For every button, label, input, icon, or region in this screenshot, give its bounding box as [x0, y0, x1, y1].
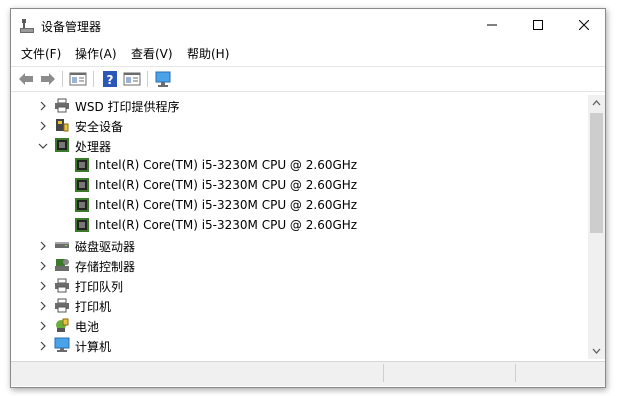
tree-item-cpu[interactable]: Intel(R) Core(TM) i5-3230M CPU @ 2.60GHz	[12, 195, 587, 215]
tree-item-cpu[interactable]: Intel(R) Core(TM) i5-3230M CPU @ 2.60GHz	[12, 155, 587, 175]
tree-item-security-devices[interactable]: 安全设备	[12, 115, 587, 135]
status-bar	[11, 361, 605, 386]
help-icon[interactable]: ?	[101, 70, 119, 88]
tree-item-cpu[interactable]: Intel(R) Core(TM) i5-3230M CPU @ 2.60GHz	[12, 215, 587, 235]
processor-icon	[74, 197, 90, 213]
chevron-right-icon[interactable]	[38, 320, 48, 331]
tree-item-label: Intel(R) Core(TM) i5-3230M CPU @ 2.60GHz	[95, 218, 358, 232]
computer-icon	[54, 337, 70, 353]
scroll-up-icon[interactable]	[588, 95, 605, 112]
tree-item-label: 计算机	[75, 340, 112, 354]
title-bar[interactable]: 设备管理器	[11, 9, 605, 41]
chevron-right-icon[interactable]	[38, 340, 48, 351]
chevron-down-icon[interactable]	[38, 140, 48, 150]
chevron-right-icon[interactable]	[38, 280, 48, 291]
tree-item-label: 电池	[75, 320, 100, 334]
vertical-scrollbar[interactable]	[588, 95, 605, 359]
device-tree: WSD 打印提供程序 安全设备 处理器 Intel(R) Core(TM) i5…	[12, 95, 587, 359]
processor-icon	[74, 157, 90, 173]
maximize-button[interactable]	[515, 9, 561, 41]
device-manager-window: 设备管理器 文件(F) 操作(A) 查看(V) 帮助(H) ? WSD 打印提供…	[10, 8, 606, 388]
battery-icon	[54, 317, 70, 333]
printer-icon	[54, 277, 70, 293]
view-icon[interactable]	[123, 70, 141, 88]
tree-item-batteries[interactable]: 电池	[12, 315, 587, 335]
processor-icon	[74, 217, 90, 233]
menu-help[interactable]: 帮助(H)	[187, 45, 229, 62]
tree-item-label: 打印机	[75, 300, 112, 314]
tree-item-label: WSD 打印提供程序	[75, 100, 180, 114]
properties-icon[interactable]	[69, 70, 87, 88]
toolbar-separator	[62, 71, 63, 87]
printer-icon	[54, 297, 70, 313]
window-title: 设备管理器	[41, 20, 102, 34]
svg-text:?: ?	[107, 73, 114, 87]
tree-item-label: 安全设备	[75, 120, 124, 134]
chevron-right-icon[interactable]	[38, 300, 48, 311]
toolbar: ?	[11, 66, 605, 92]
scroll-down-icon[interactable]	[588, 342, 605, 359]
menu-view[interactable]: 查看(V)	[131, 45, 173, 62]
tree-item-wsd-print-provider[interactable]: WSD 打印提供程序	[12, 95, 587, 115]
chevron-right-icon[interactable]	[38, 260, 48, 271]
menu-bar: 文件(F) 操作(A) 查看(V) 帮助(H)	[11, 43, 605, 63]
processor-icon	[74, 177, 90, 193]
status-segment	[383, 364, 514, 382]
toolbar-separator	[93, 71, 94, 87]
tree-item-label: 存储控制器	[75, 260, 136, 274]
close-button[interactable]	[561, 9, 605, 41]
menu-file[interactable]: 文件(F)	[21, 45, 61, 62]
monitor-scan-icon[interactable]	[154, 70, 172, 88]
tree-item-print-queues[interactable]: 打印队列	[12, 275, 587, 295]
device-manager-icon	[19, 18, 35, 34]
tree-item-storage-controllers[interactable]: 存储控制器	[12, 255, 587, 275]
status-segment	[515, 364, 604, 382]
printer-icon	[54, 97, 70, 113]
minimize-button[interactable]	[469, 9, 515, 41]
tree-item-disk-drives[interactable]: 磁盘驱动器	[12, 235, 587, 255]
chevron-right-icon[interactable]	[38, 120, 48, 131]
tree-item-printers[interactable]: 打印机	[12, 295, 587, 315]
forward-icon[interactable]	[39, 70, 57, 88]
tree-item-processors[interactable]: 处理器	[12, 135, 587, 155]
processor-icon	[54, 137, 70, 153]
tree-item-computer[interactable]: 计算机	[12, 335, 587, 355]
tree-item-cpu[interactable]: Intel(R) Core(TM) i5-3230M CPU @ 2.60GHz	[12, 175, 587, 195]
storage-controller-icon	[54, 257, 70, 273]
chevron-right-icon[interactable]	[38, 240, 48, 251]
chevron-right-icon[interactable]	[38, 100, 48, 111]
security-device-icon	[54, 117, 70, 133]
tree-item-label: Intel(R) Core(TM) i5-3230M CPU @ 2.60GHz	[95, 198, 358, 212]
tree-item-label: 打印队列	[75, 280, 124, 294]
toolbar-separator	[147, 71, 148, 87]
tree-item-label: Intel(R) Core(TM) i5-3230M CPU @ 2.60GHz	[95, 178, 358, 192]
tree-item-label: Intel(R) Core(TM) i5-3230M CPU @ 2.60GHz	[95, 158, 358, 172]
tree-item-label: 磁盘驱动器	[75, 240, 136, 254]
scroll-thumb[interactable]	[590, 113, 603, 233]
menu-action[interactable]: 操作(A)	[75, 45, 117, 62]
disk-drive-icon	[54, 237, 70, 253]
back-icon[interactable]	[17, 70, 35, 88]
tree-item-label: 处理器	[75, 140, 112, 154]
